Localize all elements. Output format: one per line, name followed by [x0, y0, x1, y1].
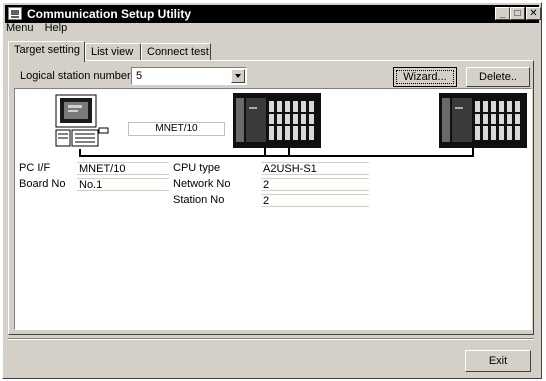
station-no-value: 2 — [261, 194, 369, 207]
bus-drop-plc-c — [472, 148, 474, 157]
logical-station-value: 5 — [136, 70, 143, 82]
delete-button[interactable]: Delete.. — [466, 67, 530, 87]
network-no-value: 2 — [261, 178, 369, 191]
app-icon[interactable] — [8, 7, 22, 20]
menu-item-menu[interactable]: Menu — [6, 22, 34, 34]
station-no-label: Station No — [173, 194, 225, 206]
logical-station-select[interactable]: 5 — [131, 67, 247, 85]
maximize-button[interactable]: □ — [510, 7, 525, 20]
logical-station-label: Logical station number — [20, 70, 131, 82]
network-diagram: MNET/10 PC I/F MNET/10 Board No No.1 CPU… — [14, 88, 532, 330]
pc-if-value: MNET/10 — [77, 162, 169, 175]
pc-icon[interactable] — [55, 94, 109, 152]
bus-drop-plc-b — [288, 148, 290, 157]
bus-drop-pc — [79, 149, 81, 157]
chevron-down-icon[interactable] — [231, 69, 245, 83]
tab-connect-test[interactable]: Connect test — [141, 43, 211, 60]
tab-target-setting[interactable]: Target setting — [8, 41, 85, 62]
close-button[interactable]: ✕ — [526, 7, 541, 20]
minimize-button[interactable]: _ — [495, 7, 510, 20]
exit-button[interactable]: Exit — [465, 350, 531, 372]
delete-button-label: Delete.. — [479, 71, 517, 83]
network-name-label: MNET/10 — [128, 122, 225, 136]
tab-list-view[interactable]: List view — [85, 43, 141, 60]
wizard-button-label: Wizard... — [396, 70, 454, 84]
board-no-value: No.1 — [77, 178, 169, 191]
pc-if-label: PC I/F — [19, 162, 51, 174]
bus-drop-plc-a — [264, 148, 266, 157]
window-title: Communication Setup Utility — [27, 7, 192, 21]
wizard-button[interactable]: Wizard... — [393, 67, 457, 87]
plc-icon[interactable] — [439, 93, 527, 148]
plc-icon[interactable] — [233, 93, 321, 148]
board-no-label: Board No — [19, 178, 66, 190]
cpu-type-label: CPU type — [173, 162, 221, 174]
footer-divider — [8, 338, 534, 340]
exit-button-label: Exit — [488, 355, 508, 367]
cpu-type-value: A2USH-S1 — [261, 162, 369, 175]
menu-item-help[interactable]: Help — [45, 22, 68, 34]
network-bus-line — [79, 155, 474, 157]
network-no-label: Network No — [173, 178, 231, 190]
menu-bar: Menu Help — [6, 22, 75, 38]
title-bar[interactable]: Communication Setup Utility _ □ ✕ — [5, 5, 541, 23]
